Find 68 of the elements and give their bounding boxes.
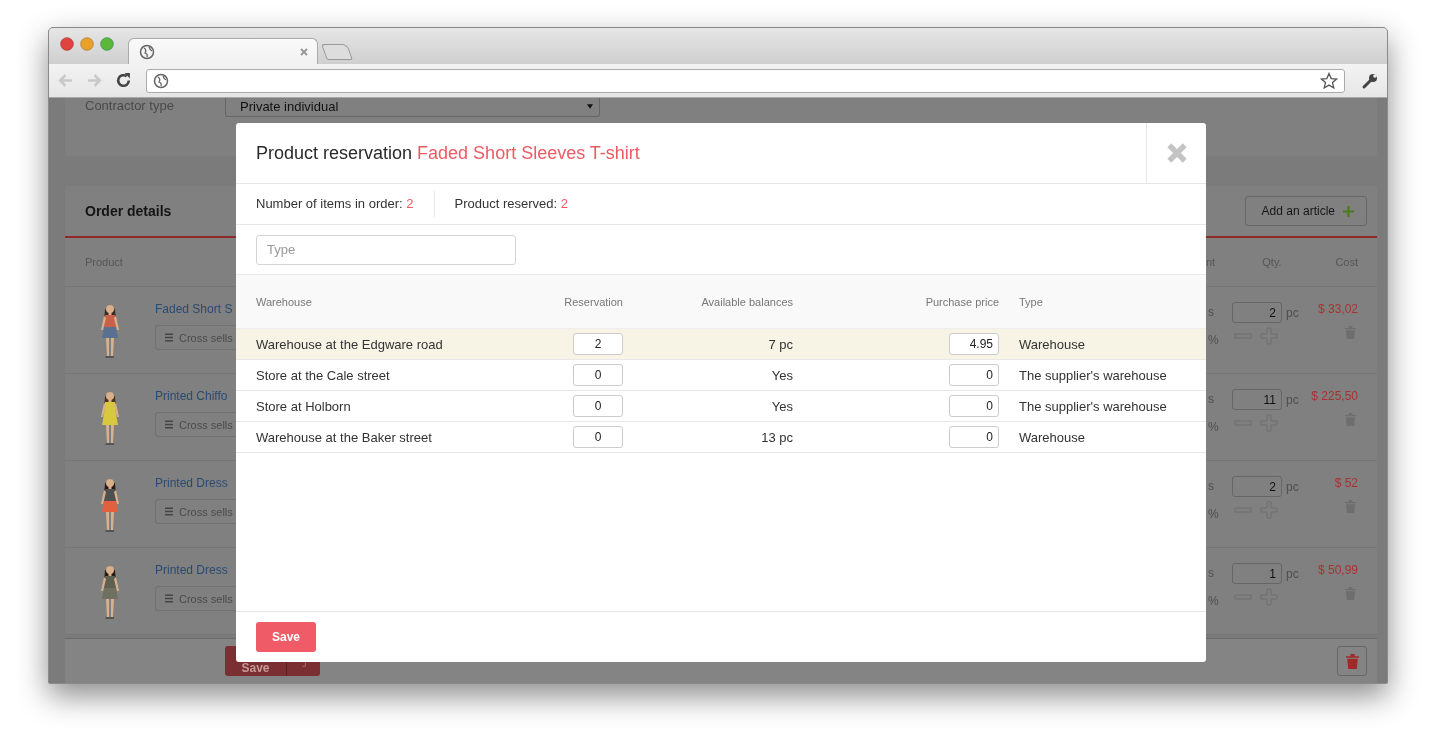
- table-cell-text: %: [1208, 333, 1220, 347]
- table-cell-text: %: [1208, 420, 1220, 434]
- reservation-field[interactable]: 0: [573, 364, 623, 386]
- add-article-button[interactable]: Add an article: [1244, 196, 1367, 226]
- price-field[interactable]: 4.95: [949, 333, 999, 355]
- reload-icon[interactable]: [115, 72, 132, 89]
- minimize-window-icon[interactable]: [80, 37, 94, 51]
- caret-icon: [587, 103, 593, 109]
- forward-icon[interactable]: [86, 72, 103, 89]
- column-header: Available balances: [701, 295, 793, 308]
- reservation-field[interactable]: 0: [573, 426, 623, 448]
- cost-text: $ 50,99: [1317, 563, 1358, 577]
- list-icon: [165, 420, 173, 429]
- close-window-icon[interactable]: [60, 37, 74, 51]
- table-cell: Yes: [771, 398, 793, 414]
- table-row[interactable]: Warehouse at the Edgware road 2 7 pc 4.95 Warehouse: [236, 329, 1206, 360]
- table-cell-text: Warehouse: [1018, 336, 1086, 352]
- type-filter-field[interactable]: Type: [256, 234, 516, 265]
- table-cell-text: Warehouse: [1018, 429, 1086, 445]
- quantity-field[interactable]: 2: [1232, 302, 1282, 323]
- quantity-field[interactable]: 11: [1232, 389, 1282, 410]
- cost-text: $ 52: [1334, 476, 1358, 490]
- reservation-field[interactable]: 2: [573, 333, 623, 355]
- quantity-field[interactable]: 2: [1232, 476, 1282, 497]
- section-title: Order details: [85, 203, 172, 219]
- contractor-type-select[interactable]: Private individual: [225, 98, 600, 117]
- list-icon: [165, 507, 173, 516]
- delete-button[interactable]: [1337, 646, 1367, 676]
- plus-icon: [1343, 205, 1354, 217]
- zoom-window-icon[interactable]: [100, 37, 114, 51]
- star-icon[interactable]: [1320, 71, 1338, 90]
- table-cell: 13 pc: [761, 429, 793, 445]
- save-button[interactable]: Save: [256, 622, 316, 652]
- table-cell: 7 pc: [768, 336, 793, 352]
- browser-tab[interactable]: [128, 38, 318, 64]
- close-icon: [1165, 142, 1188, 164]
- table-cell-text: The supplier's warehouse: [1018, 398, 1168, 414]
- stat-text: Number of items in order: 2: [256, 195, 415, 213]
- price-field[interactable]: 0: [949, 395, 999, 417]
- cost-text: $ 33,02: [1317, 302, 1358, 316]
- new-tab-button[interactable]: [321, 44, 353, 60]
- dialog-title: Product reservation Faded Short Sleeves T-shirt: [255, 142, 640, 164]
- trash-icon: [1345, 653, 1359, 669]
- table-cell-text: Store at Holborn: [256, 398, 352, 414]
- wrench-icon[interactable]: [1361, 71, 1379, 90]
- reservation-field[interactable]: 0: [573, 395, 623, 417]
- column-header: Type: [1018, 295, 1044, 308]
- table-cell-text: Warehouse at the Baker street: [256, 429, 433, 445]
- table-cell-text: Store at the Cale street: [256, 367, 391, 383]
- table-cell-text: Warehouse at the Edgware road: [256, 336, 444, 352]
- quantity-field[interactable]: 1: [1232, 563, 1282, 584]
- column-header: Reservation: [564, 295, 623, 308]
- column-header: Warehouse: [256, 295, 313, 308]
- price-field[interactable]: 0: [949, 426, 999, 448]
- table-cell-text: The supplier's warehouse: [1018, 367, 1168, 383]
- list-icon: [165, 333, 173, 342]
- table-cell-text: %: [1208, 507, 1220, 521]
- back-icon[interactable]: [57, 72, 74, 89]
- stat-text: Product reserved: 2: [433, 191, 588, 217]
- cost-text: $ 225,50: [1311, 389, 1358, 403]
- column-header: Purchase price: [925, 295, 999, 308]
- price-field[interactable]: 0: [949, 364, 999, 386]
- globe-icon: [139, 43, 155, 60]
- close-icon[interactable]: [299, 46, 309, 57]
- globe-icon: [153, 72, 169, 89]
- table-cell-text: %: [1208, 594, 1220, 608]
- table-cell: Yes: [771, 367, 793, 383]
- list-icon: [165, 594, 173, 603]
